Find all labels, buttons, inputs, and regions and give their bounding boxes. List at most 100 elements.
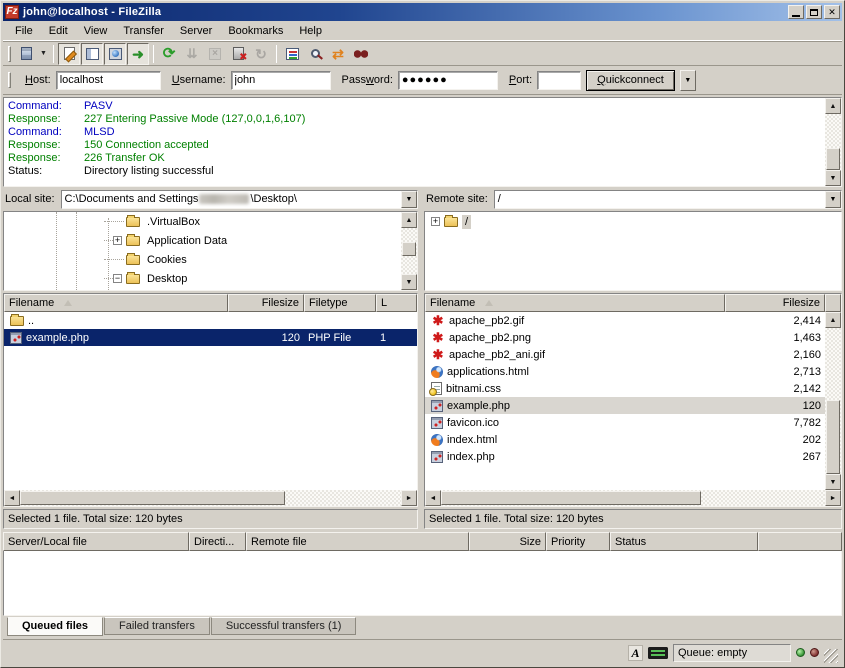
remote-site-combo[interactable]: / ▼ — [494, 190, 842, 209]
scrollbar-thumb[interactable] — [826, 400, 840, 474]
column-priority[interactable]: Priority — [546, 532, 610, 551]
remote-site-dropdown[interactable]: ▼ — [825, 191, 841, 208]
port-input[interactable] — [537, 71, 581, 90]
folder-icon — [126, 217, 140, 227]
speed-limits-icon[interactable] — [648, 647, 668, 659]
scroll-up-icon[interactable]: ▲ — [825, 98, 841, 114]
column-filename[interactable]: Filename — [425, 294, 725, 312]
quickconnect-dropdown[interactable]: ▼ — [680, 70, 696, 91]
remote-row[interactable]: favicon.ico 7,782 — [425, 414, 825, 431]
scroll-down-icon[interactable]: ▼ — [825, 474, 841, 490]
local-row-parent-dir[interactable]: .. — [4, 312, 417, 329]
menu-bookmarks[interactable]: Bookmarks — [220, 22, 291, 40]
message-log-icon — [64, 47, 75, 60]
minimize-button[interactable] — [788, 5, 804, 19]
filezilla-app-icon[interactable]: Fz — [5, 5, 19, 19]
tree-item-cookies[interactable]: Cookies — [4, 250, 401, 269]
scroll-up-icon[interactable]: ▲ — [825, 312, 841, 328]
scroll-right-icon[interactable]: ► — [401, 490, 417, 506]
compare-directories-button[interactable] — [304, 43, 326, 65]
expand-icon[interactable]: + — [431, 217, 440, 226]
tree-item-root[interactable]: + / — [425, 212, 841, 231]
column-direction[interactable]: Directi... — [189, 532, 246, 551]
remote-row-example-php[interactable]: example.php 120 — [425, 397, 825, 414]
tab-failed-transfers[interactable]: Failed transfers — [104, 617, 210, 635]
filter-icon — [286, 48, 299, 60]
close-button[interactable]: ✕ — [824, 5, 840, 19]
scroll-down-icon[interactable]: ▼ — [401, 274, 417, 290]
menu-edit[interactable]: Edit — [41, 22, 76, 40]
toggle-message-log-button[interactable] — [58, 43, 80, 65]
remote-row[interactable]: bitnami.css 2,142 — [425, 380, 825, 397]
synchronized-browsing-button[interactable]: ⇄ — [327, 43, 349, 65]
column-remote-file[interactable]: Remote file — [246, 532, 469, 551]
menu-view[interactable]: View — [76, 22, 116, 40]
apache-file-icon: ✱ — [431, 314, 445, 327]
local-site-combo[interactable]: C:\Documents and Settings\Desktop\ ▼ — [61, 190, 418, 209]
scroll-left-icon[interactable]: ◄ — [4, 490, 20, 506]
local-row-example-php[interactable]: example.php 120 PHP File 1 — [4, 329, 417, 346]
remote-row[interactable]: applications.html 2,713 — [425, 363, 825, 380]
scroll-down-icon[interactable]: ▼ — [825, 170, 841, 186]
local-list-hscrollbar[interactable]: ◄ ► — [4, 490, 417, 506]
tree-item-application-data[interactable]: +Application Data — [4, 231, 401, 250]
password-input[interactable] — [398, 71, 498, 90]
menu-transfer[interactable]: Transfer — [115, 22, 172, 40]
find-files-button[interactable] — [350, 43, 372, 65]
column-filename[interactable]: Filename — [4, 294, 228, 312]
remote-row[interactable]: index.html 202 — [425, 431, 825, 448]
quickconnect-grip[interactable] — [8, 72, 11, 88]
toolbar-grip[interactable] — [8, 46, 11, 62]
scroll-right-icon[interactable]: ► — [825, 490, 841, 506]
tab-successful-transfers[interactable]: Successful transfers (1) — [211, 617, 357, 635]
site-manager-button[interactable] — [15, 43, 37, 65]
local-site-dropdown[interactable]: ▼ — [401, 191, 417, 208]
queue-size-box: Queue: empty — [673, 644, 791, 662]
scrollbar-thumb[interactable] — [441, 491, 701, 505]
disconnect-button[interactable] — [227, 43, 249, 65]
column-filetype[interactable]: Filetype — [304, 294, 376, 312]
remote-row[interactable]: index.php 267 — [425, 448, 825, 465]
scrollbar-thumb[interactable] — [402, 242, 416, 256]
refresh-button[interactable]: ⟳ — [158, 43, 180, 65]
tree-item-virtualbox[interactable]: .VirtualBox — [4, 212, 401, 231]
column-size[interactable]: Size — [469, 532, 546, 551]
scroll-left-icon[interactable]: ◄ — [425, 490, 441, 506]
scrollbar-thumb[interactable] — [20, 491, 285, 505]
column-server-local-file[interactable]: Server/Local file — [3, 532, 189, 551]
column-filesize[interactable]: Filesize — [228, 294, 304, 312]
toggle-queue-button[interactable]: ➜ — [127, 43, 149, 65]
toggle-local-tree-button[interactable] — [81, 43, 103, 65]
menu-file[interactable]: File — [7, 22, 41, 40]
collapse-icon[interactable]: − — [113, 274, 122, 283]
column-status[interactable]: Status — [610, 532, 758, 551]
log-scrollbar[interactable]: ▲ ▼ — [825, 98, 841, 186]
username-input[interactable] — [231, 71, 331, 90]
scrollbar-thumb[interactable] — [826, 148, 840, 170]
remote-row[interactable]: ✱apache_pb2_ani.gif 2,160 — [425, 346, 825, 363]
toggle-remote-tree-button[interactable] — [104, 43, 126, 65]
host-input[interactable] — [56, 71, 161, 90]
quickconnect-button[interactable]: Quickconnect — [586, 70, 675, 91]
data-type-icon[interactable]: A — [628, 645, 643, 661]
column-last-modified[interactable]: L — [376, 294, 417, 312]
expand-icon[interactable]: + — [113, 236, 122, 245]
queue-body[interactable] — [3, 551, 842, 616]
remote-list-scrollbar[interactable]: ▲ ▼ — [825, 312, 841, 490]
column-filesize[interactable]: Filesize — [725, 294, 825, 312]
resize-grip[interactable] — [824, 649, 838, 663]
menu-server[interactable]: Server — [172, 22, 220, 40]
remote-list-hscrollbar[interactable]: ◄ ► — [425, 490, 841, 506]
maximize-button[interactable] — [806, 5, 822, 19]
local-tree-scrollbar[interactable]: ▲ ▼ — [401, 212, 417, 290]
menu-help[interactable]: Help — [291, 22, 330, 40]
tree-item-desktop[interactable]: −Desktop — [4, 269, 401, 288]
local-directory-tree: .VirtualBox +Application Data Cookies −D… — [3, 211, 418, 291]
scroll-up-icon[interactable]: ▲ — [401, 212, 417, 228]
remote-row[interactable]: ✱apache_pb2.png 1,463 — [425, 329, 825, 346]
directory-filters-button[interactable] — [281, 43, 303, 65]
site-manager-dropdown[interactable]: ▼ — [38, 43, 49, 65]
remote-row[interactable]: ✱apache_pb2.gif 2,414 — [425, 312, 825, 329]
tab-queued-files[interactable]: Queued files — [7, 617, 103, 636]
title-bar[interactable]: Fz john@localhost - FileZilla ✕ — [3, 3, 842, 21]
